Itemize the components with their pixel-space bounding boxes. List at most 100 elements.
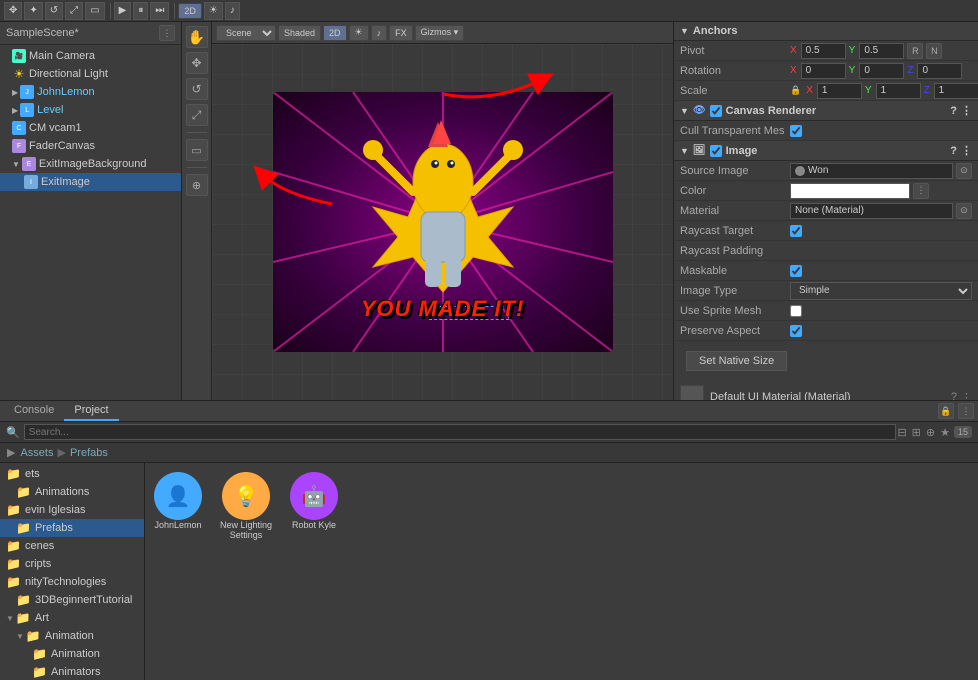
pivot-x-field[interactable] — [801, 43, 846, 59]
pivot-y-field[interactable] — [859, 43, 904, 59]
raycast-target-cb[interactable] — [790, 225, 802, 237]
move-tool[interactable]: ✥ — [186, 52, 208, 74]
star-btn[interactable]: ★ — [939, 425, 951, 440]
material-help-icon[interactable]: ? — [951, 391, 957, 400]
image-help-btn[interactable]: ? — [950, 145, 957, 157]
tab-menu-btn[interactable]: ⋮ — [958, 403, 974, 419]
rotate-tool[interactable]: ↺ — [186, 78, 208, 100]
canvas-help-btn[interactable]: ? — [950, 105, 957, 117]
main-layout: SampleScene* ⋮ 🎥 Main Camera ☀ Direction… — [0, 22, 978, 400]
play-btn[interactable]: ▶ — [114, 2, 132, 20]
toolbar-move-btn[interactable]: ✦ — [24, 2, 42, 20]
asset-sidebar-kevin[interactable]: 📁 evin Iglesias — [0, 501, 144, 519]
source-image-pick-btn[interactable]: ⊙ — [956, 163, 972, 179]
scene-view-select[interactable]: Scene — [216, 25, 276, 41]
audio-scene-btn[interactable]: ♪ — [371, 25, 388, 41]
toolbar-rect-btn[interactable]: ▭ — [85, 2, 104, 20]
canvas-menu-btn[interactable]: ⋮ — [961, 104, 972, 117]
asset-sidebar-animators[interactable]: 📁 Animators — [0, 663, 144, 680]
material-menu-icon[interactable]: ⋮ — [961, 391, 972, 401]
hier-item-main-camera[interactable]: 🎥 Main Camera — [0, 47, 181, 65]
canvas-icon: F — [12, 139, 26, 153]
filter-btn[interactable]: ⊕ — [925, 425, 936, 440]
anchors-section-header[interactable]: ▼ Anchors — [674, 22, 978, 41]
asset-sidebar-animation[interactable]: 📁 Animation — [0, 645, 144, 663]
toolbar-scale-btn[interactable]: ⤢ — [65, 2, 83, 20]
breadcrumb-prefabs[interactable]: Prefabs — [70, 447, 108, 459]
material-field[interactable]: None (Material) — [790, 203, 953, 219]
gizmos-btn[interactable]: Gizmos ▾ — [415, 25, 465, 41]
step-btn[interactable]: ⏭ — [150, 2, 169, 20]
fx-btn[interactable]: FX — [389, 25, 413, 41]
color-eyedrop-btn[interactable]: ⋮ — [913, 183, 929, 199]
scale-tool[interactable]: ⤢ — [186, 104, 208, 126]
expand-sidebar-btn[interactable]: ▶ — [6, 445, 16, 460]
asset-sidebar-animations[interactable]: 📁 Animations — [0, 483, 144, 501]
canvas-renderer-header[interactable]: ▼ 👁 Canvas Renderer ? ⋮ — [674, 101, 978, 121]
use-sprite-mesh-cb[interactable] — [790, 305, 802, 317]
scale-z-field[interactable] — [934, 83, 978, 99]
audio-btn[interactable]: ♪ — [225, 2, 240, 20]
lighting-btn[interactable]: ☀ — [204, 2, 223, 20]
image-section-header[interactable]: ▼ 🖼 Image ? ⋮ — [674, 141, 978, 161]
scale-x-field[interactable] — [817, 83, 862, 99]
2d-mode-btn[interactable]: 2D — [323, 25, 347, 41]
asset-sidebar-art[interactable]: ▼ 📁 Art — [0, 609, 144, 627]
hier-item-fader-canvas[interactable]: F FaderCanvas — [0, 137, 181, 155]
breadcrumb-assets[interactable]: Assets — [20, 447, 53, 459]
hier-item-dir-light[interactable]: ☀ Directional Light — [0, 65, 181, 83]
shading-mode-btn[interactable]: Shaded — [278, 25, 321, 41]
rect-tool[interactable]: ▭ — [186, 139, 208, 161]
asset-sidebar-prefabs[interactable]: 📁 Prefabs — [0, 519, 144, 537]
viewport-tools: ✋ ✥ ↺ ⤢ ▭ ⊕ — [182, 22, 212, 400]
image-type-dropdown[interactable]: Simple Sliced Tiled Filled — [790, 282, 972, 300]
asset-sidebar-animation-group[interactable]: ▼ 📁 Animation — [0, 627, 144, 645]
pause-btn[interactable]: ⏸ — [133, 2, 148, 20]
asset-tile-robot[interactable]: 🤖 Robot Kyle — [287, 469, 341, 543]
color-swatch[interactable] — [790, 183, 910, 199]
source-image-field[interactable]: Won — [790, 163, 953, 179]
asset-tile-johnlemon[interactable]: 👤 JohnLemon — [151, 469, 205, 543]
tab-project[interactable]: Project — [64, 401, 118, 421]
asset-sidebar-cripts[interactable]: 📁 cripts — [0, 555, 144, 573]
image-menu-btn[interactable]: ⋮ — [961, 144, 972, 157]
asset-sidebar-cenes[interactable]: 📁 cenes — [0, 537, 144, 555]
scale-y-field[interactable] — [876, 83, 921, 99]
2d-toggle[interactable]: 2D — [178, 3, 202, 19]
hier-item-cm-vcam1[interactable]: C CM vcam1 — [0, 119, 181, 137]
anchor-presets-btn[interactable]: R — [907, 43, 923, 59]
viewport-content[interactable]: YOU MADE IT! — [212, 44, 673, 400]
rotation-x-field[interactable] — [801, 63, 846, 79]
anchor-extra-btn[interactable]: N — [926, 43, 942, 59]
rotation-z-field[interactable] — [917, 63, 962, 79]
hier-item-exitimage-bg[interactable]: ▼ E ExitImageBackground — [0, 155, 181, 173]
hier-item-level[interactable]: ▶ L Level — [0, 101, 181, 119]
asset-sidebar-unity[interactable]: 📁 nityTechnologies — [0, 573, 144, 591]
expand-btn[interactable]: ⊞ — [911, 425, 922, 440]
image-enabled-cb[interactable] — [710, 145, 722, 157]
search-input[interactable] — [24, 424, 897, 440]
asset-sidebar-3d-beginner[interactable]: 📁 3DBeginnertTutorial — [0, 591, 144, 609]
asset-tile-lighting[interactable]: 💡 New Lighting Settings — [213, 469, 279, 543]
maskable-cb[interactable] — [790, 265, 802, 277]
hierarchy-menu-btn[interactable]: ⋮ — [159, 25, 175, 41]
sy-label: Y — [865, 85, 872, 96]
cull-checkbox[interactable] — [790, 125, 802, 137]
toolbar-hand-btn[interactable]: ✥ — [4, 2, 22, 20]
tab-console[interactable]: Console — [4, 401, 64, 421]
preserve-aspect-cb[interactable] — [790, 325, 802, 337]
lock-btn[interactable]: 🔒 — [938, 403, 954, 419]
rotation-y-field[interactable] — [859, 63, 904, 79]
console-tab-label: Console — [14, 404, 54, 416]
hand-tool[interactable]: ✋ — [186, 26, 208, 48]
extra-tool[interactable]: ⊕ — [186, 174, 208, 196]
lights-btn[interactable]: ☀ — [349, 25, 369, 41]
hier-item-johnlemon[interactable]: ▶ J JohnLemon — [0, 83, 181, 101]
hier-item-exitimage[interactable]: I ExitImage — [0, 173, 181, 191]
set-native-size-btn[interactable]: Set Native Size — [686, 351, 787, 371]
asset-sidebar-ets[interactable]: 📁 ets — [0, 465, 144, 483]
toolbar-rotate-btn[interactable]: ↺ — [45, 2, 63, 20]
canvas-enabled-cb[interactable] — [710, 105, 722, 117]
material-pick-btn[interactable]: ⊙ — [956, 203, 972, 219]
collapse-btn[interactable]: ⊟ — [896, 425, 907, 440]
